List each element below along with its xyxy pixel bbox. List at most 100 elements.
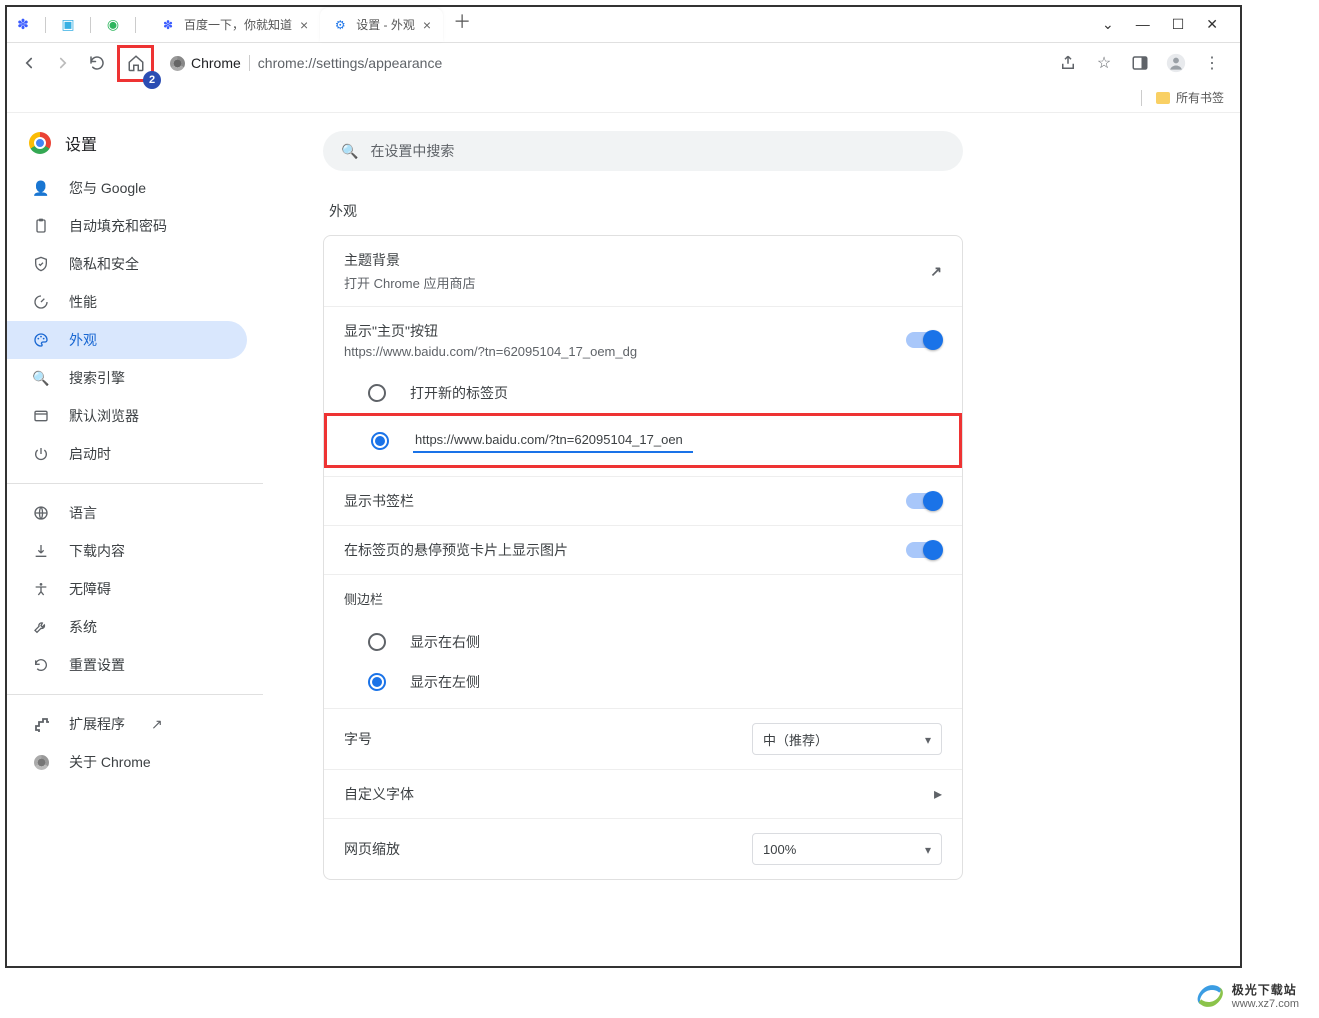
- window-icon: [31, 408, 51, 424]
- download-icon: [31, 543, 51, 559]
- sidebar-item-accessibility[interactable]: 无障碍: [7, 570, 247, 608]
- minimize-icon[interactable]: —: [1136, 16, 1150, 33]
- radio-icon: [368, 384, 386, 402]
- sidepanel-label: 侧边栏: [344, 589, 383, 608]
- wrench-icon: [31, 619, 51, 635]
- home-button-toggle[interactable]: [906, 332, 942, 348]
- profile-icon[interactable]: [1166, 52, 1186, 74]
- close-window-icon[interactable]: ✕: [1206, 16, 1218, 33]
- menu-dots-icon[interactable]: ⋮: [1202, 53, 1222, 73]
- open-external-icon: ↗: [151, 716, 163, 733]
- palette-icon: [31, 332, 51, 348]
- row-fontsize: 字号 中（推荐）: [324, 708, 962, 769]
- fontsize-label: 字号: [344, 729, 372, 749]
- power-icon: [31, 446, 51, 462]
- close-icon[interactable]: ×: [423, 17, 431, 33]
- theme-sub: 打开 Chrome 应用商店: [344, 273, 475, 292]
- sidepanel-radio-right[interactable]: 显示在右侧: [324, 622, 962, 662]
- clipboard-icon: [31, 218, 51, 234]
- tab-baidu[interactable]: ✽ 百度一下，你就知道 ×: [148, 8, 320, 42]
- sidebar-item-extensions[interactable]: 扩展程序↗: [7, 705, 247, 743]
- search-icon: 🔍: [31, 370, 51, 387]
- ext-icon-1[interactable]: ✽: [15, 17, 31, 33]
- bookmark-star-icon[interactable]: ☆: [1094, 53, 1114, 73]
- customfont-label: 自定义字体: [344, 784, 414, 804]
- ext-icon-3[interactable]: ◉: [105, 17, 121, 33]
- chevron-down-icon[interactable]: ⌄: [1102, 16, 1114, 33]
- reload-button[interactable]: [83, 49, 111, 77]
- sidepanel-icon[interactable]: [1130, 54, 1150, 72]
- reset-icon: [31, 657, 51, 673]
- home-button-sub: https://www.baidu.com/?tn=62095104_17_oe…: [344, 344, 637, 359]
- annotation-badge-2: 2: [143, 71, 161, 89]
- watermark: 极光下载站 www.xz7.com: [1192, 981, 1299, 1010]
- watermark-title: 极光下载站: [1232, 981, 1299, 998]
- zoom-label: 网页缩放: [344, 839, 400, 859]
- open-external-icon: [930, 263, 942, 280]
- row-hover-cards: 在标签页的悬停预览卡片上显示图片: [324, 525, 962, 574]
- sidebar-item-system[interactable]: 系统: [7, 608, 247, 646]
- sidebar-item-privacy[interactable]: 隐私和安全: [7, 245, 247, 283]
- back-button[interactable]: [15, 49, 43, 77]
- row-bookmarks-bar: 显示书签栏: [324, 476, 962, 525]
- all-bookmarks-link[interactable]: 所有书签: [1176, 89, 1224, 106]
- url-text: chrome://settings/appearance: [258, 55, 442, 71]
- row-customfont[interactable]: 自定义字体: [324, 769, 962, 818]
- hover-cards-toggle[interactable]: [906, 542, 942, 558]
- forward-button[interactable]: [49, 49, 77, 77]
- sidebar-item-appearance[interactable]: 外观: [7, 321, 247, 359]
- section-title: 外观: [329, 201, 1220, 221]
- share-icon[interactable]: [1058, 54, 1078, 72]
- chevron-down-icon: [925, 842, 931, 857]
- sidebar-item-search[interactable]: 🔍搜索引擎: [7, 359, 247, 397]
- sidebar-item-downloads[interactable]: 下载内容: [7, 532, 247, 570]
- toolbar: 2 Chrome chrome://settings/appearance ☆ …: [7, 43, 1240, 83]
- gear-icon: ⚙: [332, 17, 348, 33]
- annotation-url-highlight: [324, 413, 962, 468]
- dropdown-value: 100%: [763, 842, 796, 857]
- watermark-logo-icon: [1192, 983, 1226, 1009]
- hover-cards-label: 在标签页的悬停预览卡片上显示图片: [344, 540, 568, 560]
- sidebar-item-performance[interactable]: 性能: [7, 283, 247, 321]
- watermark-url: www.xz7.com: [1232, 998, 1299, 1010]
- appearance-card: 主题背景 打开 Chrome 应用商店 显示"主页"按钮 https://www…: [323, 235, 963, 880]
- bookmarks-bar-label: 显示书签栏: [344, 491, 414, 511]
- bookmarks-bar-toggle[interactable]: [906, 493, 942, 509]
- sidepanel-radio-left[interactable]: 显示在左侧: [324, 662, 962, 708]
- home-radio-newtab[interactable]: 打开新的标签页: [324, 373, 962, 413]
- radio-icon-checked[interactable]: [371, 432, 389, 450]
- sidebar-item-you-google[interactable]: 👤您与 Google: [7, 169, 247, 207]
- settings-title: 设置: [65, 131, 97, 155]
- tab-settings[interactable]: ⚙ 设置 - 外观 ×: [320, 8, 443, 42]
- new-tab-button[interactable]: ＋: [443, 8, 481, 42]
- zoom-dropdown[interactable]: 100%: [752, 833, 942, 865]
- sidebar-item-autofill[interactable]: 自动填充和密码: [7, 207, 247, 245]
- radio-label: 显示在右侧: [410, 632, 480, 652]
- settings-sidebar: 设置 👤您与 Google 自动填充和密码 隐私和安全 性能 外观 🔍搜索引擎 …: [7, 113, 263, 966]
- chevron-down-icon: [925, 732, 931, 747]
- sidebar-item-language[interactable]: 语言: [7, 494, 247, 532]
- window-titlebar: ✽ ▣ ◉ ✽ 百度一下，你就知道 × ⚙ 设置 - 外观 × ＋ ⌄ — ☐ …: [7, 7, 1240, 43]
- baidu-favicon: ✽: [160, 17, 176, 33]
- sidebar-item-startup[interactable]: 启动时: [7, 435, 247, 473]
- ext-icon-2[interactable]: ▣: [60, 17, 76, 33]
- radio-label: 显示在左侧: [410, 672, 480, 692]
- row-theme[interactable]: 主题背景 打开 Chrome 应用商店: [324, 236, 962, 306]
- radio-icon-checked: [368, 673, 386, 691]
- settings-search-input[interactable]: 🔍 在设置中搜索: [323, 131, 963, 171]
- chevron-right-icon: [934, 784, 942, 804]
- sidebar-item-default-browser[interactable]: 默认浏览器: [7, 397, 247, 435]
- maximize-icon[interactable]: ☐: [1172, 16, 1185, 33]
- home-url-input[interactable]: [413, 428, 693, 453]
- sidebar-item-about[interactable]: 关于 Chrome: [7, 743, 247, 781]
- radio-icon: [368, 633, 386, 651]
- close-icon[interactable]: ×: [300, 17, 308, 33]
- chrome-chip-icon: [170, 56, 185, 71]
- omnibox[interactable]: Chrome chrome://settings/appearance: [170, 48, 442, 78]
- fontsize-dropdown[interactable]: 中（推荐）: [752, 723, 942, 755]
- row-zoom: 网页缩放 100%: [324, 818, 962, 879]
- pinned-extensions: ✽ ▣ ◉: [15, 17, 140, 33]
- sidebar-item-reset[interactable]: 重置设置: [7, 646, 247, 684]
- annotation-home-highlight: 2: [117, 45, 154, 82]
- theme-label: 主题背景: [344, 250, 475, 270]
